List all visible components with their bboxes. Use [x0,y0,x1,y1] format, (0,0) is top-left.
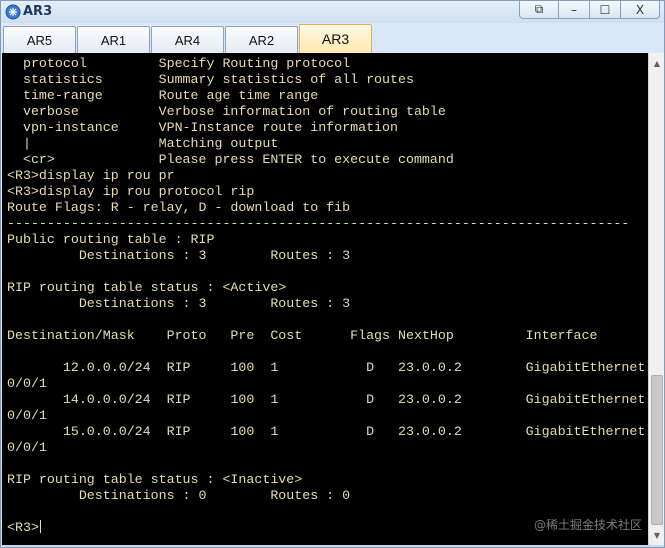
close-icon: X [635,2,645,17]
close-button[interactable]: X [620,1,660,19]
prompt-text: <R3> [7,520,39,535]
terminal-line: ----------------------------------------… [7,216,630,231]
prompt-line[interactable]: <R3> [7,520,41,536]
terminal-line: <R3>display ip rou protocol rip [7,184,255,199]
watermark: @稀土掘金技术社区 [533,518,642,532]
terminal-line: <cr> Please press ENTER to execute comma… [7,152,454,167]
tab-ar1[interactable]: AR1 [77,26,150,53]
maximize-button[interactable]: ☐ [589,1,621,19]
terminal-line: 0/0/1 [7,376,47,391]
minimize-icon: – [571,2,577,17]
terminal-line: 15.0.0.0/24 RIP 100 1 D 23.0.0.2 Gigabit… [7,424,646,439]
terminal-line: | Matching output [7,136,279,151]
terminal-line: verbose Verbose information of routing t… [7,104,446,119]
terminal-window: AR3 ⧉ – ☐ X AR5 AR1 AR4 AR2 AR3 protocol… [0,0,665,548]
window-title: AR3 [23,4,53,19]
terminal-line: statistics Summary statistics of all rou… [7,72,414,87]
title-bar[interactable]: AR3 ⧉ – ☐ X [1,1,664,23]
restore-icon: ⧉ [534,2,544,16]
terminal-line: <R3>display ip rou pr [7,168,175,183]
text-cursor [39,520,41,533]
tab-label: AR1 [100,32,127,48]
terminal-line: 0/0/1 [7,408,47,423]
terminal-line: 12.0.0.0/24 RIP 100 1 D 23.0.0.2 Gigabit… [7,360,646,375]
tab-label: AR4 [174,32,201,48]
scroll-down-icon[interactable]: ▼ [649,527,665,543]
scroll-thumb[interactable] [651,375,663,525]
tab-label: AR2 [248,32,275,48]
tab-ar2[interactable]: AR2 [225,26,298,53]
terminal-line: RIP routing table status : <Inactive> [7,472,303,487]
tab-label: AR3 [321,31,350,47]
terminal-line: Destinations : 3 Routes : 3 [7,296,351,311]
tab-ar5[interactable]: AR5 [3,26,76,53]
terminal-line: Public routing table : RIP [7,232,215,247]
tab-ar3[interactable]: AR3 [299,24,372,53]
minimize-button[interactable]: – [558,1,590,19]
terminal-line: 0/0/1 [7,440,47,455]
vertical-scrollbar[interactable]: ▲ ▼ [648,53,664,545]
router-app-icon [5,4,21,20]
device-tab-bar: AR5 AR1 AR4 AR2 AR3 [1,23,664,53]
restore-button[interactable]: ⧉ [519,1,559,19]
terminal-line: protocol Specify Routing protocol [7,56,351,71]
terminal-line: time-range Route age time range [7,88,319,103]
terminal-line: Destinations : 0 Routes : 0 [7,488,351,503]
terminal-console[interactable]: protocol Specify Routing protocol statis… [2,53,648,545]
terminal-line: Route Flags: R - relay, D - download to … [7,200,351,215]
terminal-line: vpn-instance VPN-Instance route informat… [7,120,398,135]
tab-ar4[interactable]: AR4 [151,26,224,53]
terminal-line: 14.0.0.0/24 RIP 100 1 D 23.0.0.2 Gigabit… [7,392,646,407]
terminal-line: RIP routing table status : <Active> [7,280,287,295]
window-controls: ⧉ – ☐ X [519,1,660,19]
terminal-line: Destination/Mask Proto Pre Cost Flags Ne… [7,328,598,343]
maximize-icon: ☐ [599,2,611,17]
scroll-up-icon[interactable]: ▲ [649,55,665,71]
tab-label: AR5 [26,32,53,48]
terminal-line: Destinations : 3 Routes : 3 [7,248,351,263]
